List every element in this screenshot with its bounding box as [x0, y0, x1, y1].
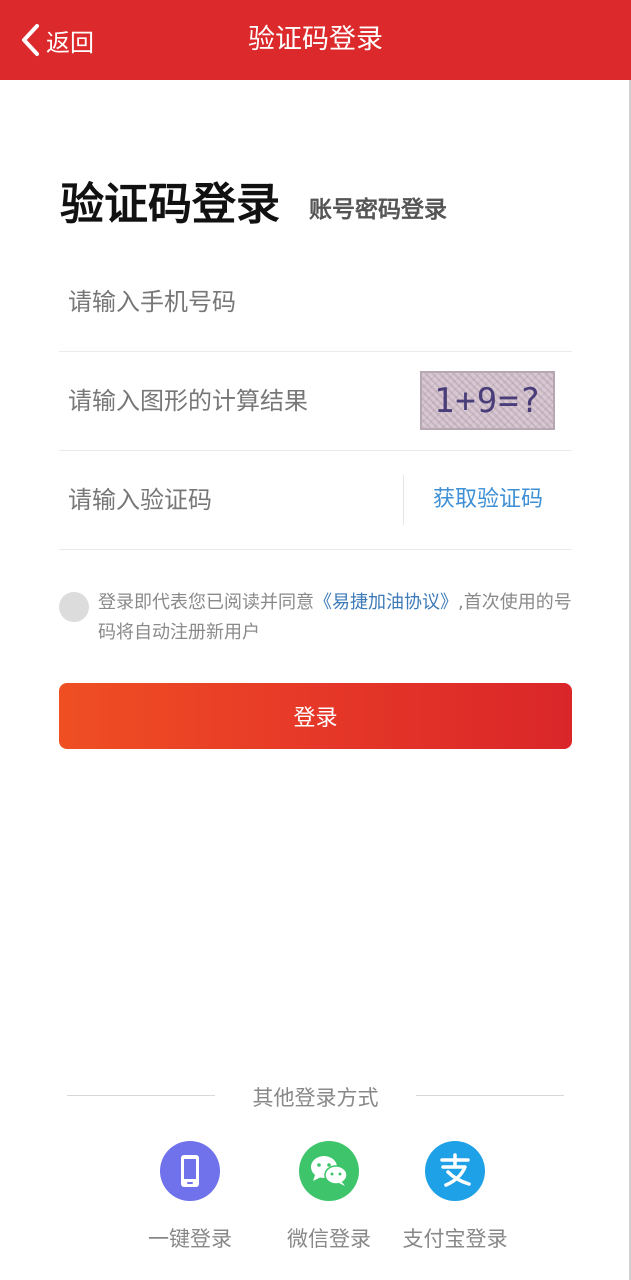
agreement-text: 登录即代表您已阅读并同意《易捷加油协议》,首次使用的号码将自动注册新用户 — [98, 588, 573, 648]
alipay-login-label: 支付宝登录 — [402, 1227, 508, 1251]
phone-icon — [160, 1141, 220, 1201]
header-title: 验证码登录 — [248, 24, 383, 55]
wechat-icon — [299, 1141, 359, 1201]
one-click-login-label: 一键登录 — [148, 1227, 232, 1251]
other-login-title: 其他登录方式 — [252, 1086, 379, 1110]
agreement-checkbox[interactable] — [59, 592, 89, 622]
captcha-image[interactable]: 1+9=? — [420, 371, 555, 430]
back-button[interactable]: 返回 — [20, 18, 94, 62]
back-label: 返回 — [46, 28, 94, 57]
login-button[interactable]: 登录 — [59, 683, 572, 749]
phone-input[interactable] — [68, 252, 398, 352]
captcha-input[interactable] — [68, 351, 398, 451]
captcha-row: 1+9=? — [59, 351, 572, 451]
tab-password-login[interactable]: 账号密码登录 — [309, 190, 447, 224]
alipay-icon — [425, 1141, 485, 1201]
tab-sms-login[interactable]: 验证码登录 — [60, 168, 280, 232]
agreement-link[interactable]: 《易捷加油协议》 — [314, 592, 458, 613]
phone-row — [59, 252, 572, 352]
alipay-login-button[interactable]: 支付宝登录 — [385, 1141, 525, 1253]
vertical-divider — [403, 475, 404, 525]
sms-code-input[interactable] — [68, 450, 398, 550]
app-header: 验证码登录 返回 — [0, 0, 631, 80]
captcha-text: 1+9=? — [433, 380, 542, 421]
get-code-button[interactable]: 获取验证码 — [433, 450, 543, 550]
agreement-prefix: 登录即代表您已阅读并同意 — [98, 592, 314, 613]
sms-code-row: 获取验证码 — [59, 450, 572, 550]
wechat-login-label: 微信登录 — [287, 1227, 371, 1251]
chevron-left-icon — [22, 24, 39, 56]
wechat-login-button[interactable]: 微信登录 — [259, 1141, 399, 1253]
one-click-login-button[interactable]: 一键登录 — [120, 1141, 260, 1253]
